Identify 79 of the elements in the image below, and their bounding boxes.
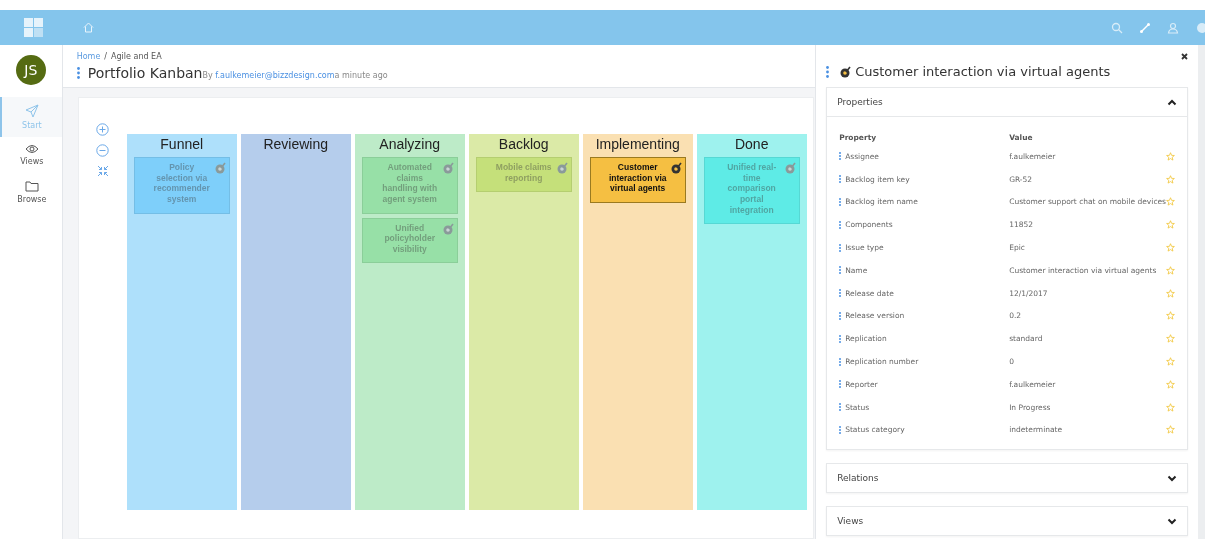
pin-icon	[441, 161, 454, 174]
column-title: Analyzing	[379, 136, 441, 152]
home-icon[interactable]	[83, 22, 94, 33]
breadcrumb-separator: /	[104, 52, 108, 61]
kanban-card[interactable]: Mobile claims reporting	[475, 157, 572, 193]
expand-icon[interactable]	[1139, 21, 1151, 34]
more-icon[interactable]	[839, 403, 842, 412]
breadcrumb-current: Agile and EA	[111, 52, 162, 61]
star-icon[interactable]	[1166, 197, 1176, 207]
breadcrumb-link[interactable]: Home	[76, 52, 101, 61]
kanban-card[interactable]: Automated claims handling with agent system	[361, 157, 458, 214]
author-link[interactable]: f.aulkemeier@bizzdesign.com	[215, 71, 335, 80]
eye-icon	[24, 144, 39, 154]
more-icon[interactable]	[839, 266, 842, 275]
column-title: Reviewing	[263, 136, 328, 152]
pin-icon	[441, 221, 454, 235]
zoom-out-icon[interactable]	[96, 144, 110, 157]
app-logo[interactable]	[24, 18, 43, 37]
section-header[interactable]: Relations	[827, 464, 1188, 493]
more-icon[interactable]	[839, 357, 842, 366]
sidebar-item[interactable]: Views	[0, 137, 62, 173]
star-icon[interactable]	[1166, 151, 1176, 161]
more-icon[interactable]	[839, 243, 842, 252]
settings-icon[interactable]	[1195, 21, 1205, 34]
star-icon[interactable]	[1166, 357, 1176, 367]
sidebar-item[interactable]: Start	[0, 97, 62, 137]
star-icon[interactable]	[1166, 288, 1176, 298]
more-icon[interactable]	[76, 67, 80, 79]
star-icon[interactable]	[1166, 425, 1176, 435]
zoom-in-icon[interactable]	[96, 123, 110, 136]
column-title: Done	[734, 136, 769, 152]
timestamp: a minute ago	[334, 71, 388, 80]
send-icon	[24, 104, 39, 118]
star-icon[interactable]	[1166, 311, 1176, 321]
user-avatar[interactable]: JS	[15, 55, 46, 85]
more-icon[interactable]	[839, 380, 842, 389]
more-icon[interactable]	[839, 425, 842, 434]
star-icon[interactable]	[1166, 265, 1176, 275]
pin-icon	[555, 161, 568, 174]
pin-icon	[839, 65, 852, 78]
user-icon[interactable]	[1167, 21, 1179, 34]
search-icon[interactable]	[1111, 21, 1123, 34]
more-icon[interactable]	[826, 65, 830, 78]
chevron-icon	[1167, 517, 1178, 525]
star-icon[interactable]	[1166, 402, 1176, 412]
more-icon[interactable]	[839, 311, 842, 320]
close-icon[interactable]	[1181, 53, 1189, 60]
kanban-card[interactable]: Policy selection via recommender system	[133, 157, 230, 214]
sidebar-item[interactable]: Browse	[0, 173, 62, 211]
section-header[interactable]: Properties	[827, 88, 1188, 117]
scrollbar[interactable]	[1198, 45, 1205, 539]
column-title: Backlog	[498, 136, 549, 152]
more-icon[interactable]	[839, 198, 842, 206]
pin-icon	[783, 161, 796, 174]
pin-icon	[669, 161, 682, 174]
more-icon[interactable]	[839, 289, 842, 298]
more-icon[interactable]	[839, 334, 842, 343]
pin-icon	[213, 161, 226, 174]
more-icon[interactable]	[839, 152, 842, 161]
star-icon[interactable]	[1166, 334, 1176, 344]
star-icon[interactable]	[1166, 243, 1176, 253]
fit-icon[interactable]	[96, 165, 109, 177]
star-icon[interactable]	[1166, 174, 1176, 184]
kanban-card[interactable]: Unified real-time comparison portal integration	[703, 157, 800, 225]
page-title: Portfolio Kanban	[87, 65, 203, 81]
chevron-icon	[1167, 474, 1178, 482]
kanban-card[interactable]: Customer interaction via virtual agents	[589, 157, 686, 203]
by-label: By	[202, 71, 213, 80]
chevron-icon	[1167, 98, 1178, 106]
kanban-card[interactable]: Unified policyholder visibility	[361, 217, 458, 264]
more-icon[interactable]	[839, 220, 842, 229]
column-title: Funnel	[160, 136, 204, 152]
star-icon[interactable]	[1166, 220, 1176, 230]
more-icon[interactable]	[839, 175, 842, 184]
section-header[interactable]: Views	[827, 507, 1188, 536]
star-icon[interactable]	[1166, 379, 1176, 389]
column-title: Implementing	[595, 136, 680, 152]
folder-icon	[24, 180, 39, 192]
detail-title: Customer interaction via virtual agents	[855, 64, 1111, 79]
